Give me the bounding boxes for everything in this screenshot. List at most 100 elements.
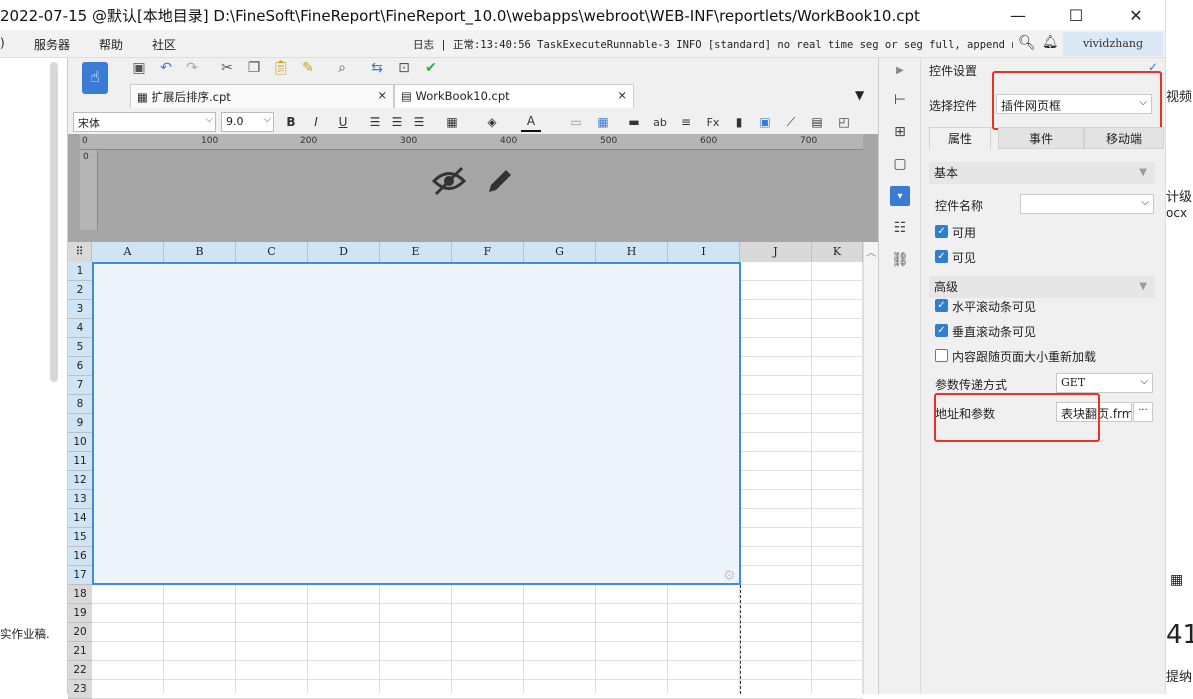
link-icon[interactable]: ⛓ bbox=[890, 250, 910, 270]
row-header-22[interactable]: 22 bbox=[68, 661, 92, 680]
underline-button[interactable]: U bbox=[333, 112, 353, 132]
resize-reload-checkbox[interactable] bbox=[935, 349, 948, 362]
hscroll-checkbox[interactable]: ✓ bbox=[935, 299, 948, 312]
column-header-a[interactable]: A bbox=[92, 242, 164, 262]
merged-cell-selection[interactable] bbox=[92, 262, 741, 585]
row-header-17[interactable]: 17 bbox=[68, 566, 92, 585]
row-header-4[interactable]: 4 bbox=[68, 319, 92, 338]
swap-icon[interactable]: ⇆ bbox=[366, 58, 388, 78]
minimize-button[interactable]: — bbox=[995, 0, 1041, 30]
row-header-23[interactable]: 23 bbox=[68, 680, 92, 699]
check-icon[interactable]: ✔ bbox=[420, 58, 442, 78]
column-header-h[interactable]: H bbox=[596, 242, 668, 262]
column-header-g[interactable]: G bbox=[524, 242, 596, 262]
row-header-5[interactable]: 5 bbox=[68, 338, 92, 357]
basic-section-header[interactable]: 基本 ▼ bbox=[929, 162, 1155, 184]
tab-expand-sort[interactable]: ▦ 扩展后排序.cpt × bbox=[130, 84, 394, 108]
merge-icon[interactable]: ▭ bbox=[566, 112, 586, 132]
text-icon[interactable]: ab bbox=[650, 112, 670, 132]
save-icon[interactable]: ▣ bbox=[128, 58, 150, 78]
row-header-18[interactable]: 18 bbox=[68, 585, 92, 604]
cut-icon[interactable]: ✂ bbox=[216, 58, 238, 78]
widget-settings-icon[interactable]: ▾ bbox=[890, 186, 910, 206]
column-header-b[interactable]: B bbox=[164, 242, 236, 262]
hand-select-icon[interactable]: ☝ bbox=[82, 62, 108, 94]
scroll-up-icon[interactable]: ︿ bbox=[866, 244, 876, 259]
paragraph-icon[interactable]: ≡ bbox=[676, 112, 696, 132]
row-header-7[interactable]: 7 bbox=[68, 376, 92, 395]
font-family-select[interactable]: 宋体 ⌵ bbox=[73, 112, 216, 132]
sub-report-icon[interactable]: ▤ bbox=[807, 112, 827, 132]
condition-icon[interactable]: ⊞ bbox=[890, 122, 910, 142]
align-left-icon[interactable]: ☰ bbox=[365, 112, 385, 132]
row-header-13[interactable]: 13 bbox=[68, 490, 92, 509]
find-icon[interactable]: ⌕ bbox=[331, 58, 353, 78]
row-header-14[interactable]: 14 bbox=[68, 509, 92, 528]
row-header-16[interactable]: 16 bbox=[68, 547, 92, 566]
row-header-10[interactable]: 10 bbox=[68, 433, 92, 452]
table-icon[interactable]: ▦ bbox=[593, 112, 613, 132]
column-header-c[interactable]: C bbox=[236, 242, 308, 262]
widget-icon[interactable]: ◰ bbox=[834, 112, 854, 132]
tab-properties[interactable]: 属性 bbox=[929, 127, 991, 149]
bar-chart-icon[interactable]: ▮ bbox=[729, 112, 749, 132]
vscroll-checkbox[interactable]: ✓ bbox=[935, 324, 948, 337]
list-icon[interactable]: ☷ bbox=[890, 218, 910, 238]
frame-icon[interactable]: ▢ bbox=[890, 154, 910, 174]
slash-icon[interactable]: ⟋ bbox=[781, 112, 801, 132]
column-header-i[interactable]: I bbox=[668, 242, 740, 262]
formula-icon[interactable]: Fx bbox=[703, 112, 723, 132]
image-icon[interactable]: ▣ bbox=[755, 112, 775, 132]
align-right-icon[interactable]: ☰ bbox=[409, 112, 429, 132]
tab-mobile[interactable]: 移动端 bbox=[1084, 127, 1164, 149]
row-header-9[interactable]: 9 bbox=[68, 414, 92, 433]
border-icon[interactable]: ▦ bbox=[442, 112, 462, 132]
column-header-f[interactable]: F bbox=[452, 242, 524, 262]
row-header-15[interactable]: 15 bbox=[68, 528, 92, 547]
menu-item-partial[interactable]: ) bbox=[0, 36, 5, 50]
url-edit-button[interactable]: ··· bbox=[1133, 402, 1153, 422]
insert-row-icon[interactable]: ▬ bbox=[624, 112, 644, 132]
column-header-j[interactable]: J bbox=[740, 242, 812, 262]
row-header-19[interactable]: 19 bbox=[68, 604, 92, 623]
left-scrollbar[interactable] bbox=[50, 62, 58, 382]
tab-close-icon[interactable]: × bbox=[617, 88, 627, 102]
select-all-corner[interactable]: ⠿ bbox=[68, 242, 92, 262]
hidden-eye-icon[interactable] bbox=[431, 166, 467, 204]
menu-item-community[interactable]: 社区 bbox=[152, 36, 176, 53]
redo-icon[interactable]: ↷ bbox=[181, 58, 203, 78]
row-header-3[interactable]: 3 bbox=[68, 300, 92, 319]
maximize-button[interactable]: ☐ bbox=[1053, 0, 1099, 30]
preview-icon[interactable]: ⊡ bbox=[393, 58, 415, 78]
align-center-icon[interactable]: ☰ bbox=[387, 112, 407, 132]
row-header-2[interactable]: 2 bbox=[68, 281, 92, 300]
row-header-1[interactable]: 1 bbox=[68, 262, 92, 281]
row-header-6[interactable]: 6 bbox=[68, 357, 92, 376]
column-header-e[interactable]: E bbox=[380, 242, 452, 262]
menu-item-help[interactable]: 帮助 bbox=[99, 36, 123, 53]
bold-button[interactable]: B bbox=[281, 112, 301, 132]
bell-icon[interactable]: 🔔︎ bbox=[1042, 35, 1059, 50]
cell-attr-icon[interactable]: ⊢ bbox=[890, 90, 910, 110]
tab-close-icon[interactable]: × bbox=[377, 88, 387, 102]
paste-icon[interactable]: 📋︎ bbox=[270, 58, 292, 78]
search-icon[interactable]: 🔍︎ bbox=[1018, 35, 1036, 51]
log-status[interactable]: 日志 | 正常:13:40:56 TaskExecuteRunnable-3 I… bbox=[413, 37, 1013, 52]
font-color-icon[interactable]: A bbox=[521, 112, 541, 132]
menu-item-server[interactable]: 服务器 bbox=[34, 36, 70, 53]
edit-pencil-icon[interactable] bbox=[485, 166, 515, 199]
tab-workbook10[interactable]: ▤ WorkBook10.cpt × bbox=[394, 84, 634, 108]
collapse-icon[interactable]: ▶ bbox=[890, 60, 910, 80]
italic-button[interactable]: I bbox=[306, 112, 326, 132]
row-header-21[interactable]: 21 bbox=[68, 642, 92, 661]
row-header-11[interactable]: 11 bbox=[68, 452, 92, 471]
fill-color-icon[interactable]: ◈ bbox=[482, 112, 502, 132]
gear-icon[interactable]: ⚙ bbox=[723, 568, 736, 584]
widget-name-field[interactable]: ⌵ bbox=[1020, 194, 1154, 214]
undo-icon[interactable]: ↶ bbox=[155, 58, 177, 78]
tab-menu-icon[interactable]: ▼ bbox=[855, 88, 864, 102]
close-button[interactable]: ✕ bbox=[1113, 0, 1159, 30]
row-header-20[interactable]: 20 bbox=[68, 623, 92, 642]
method-select[interactable]: GET ⌵ bbox=[1056, 373, 1153, 393]
row-header-8[interactable]: 8 bbox=[68, 395, 92, 414]
